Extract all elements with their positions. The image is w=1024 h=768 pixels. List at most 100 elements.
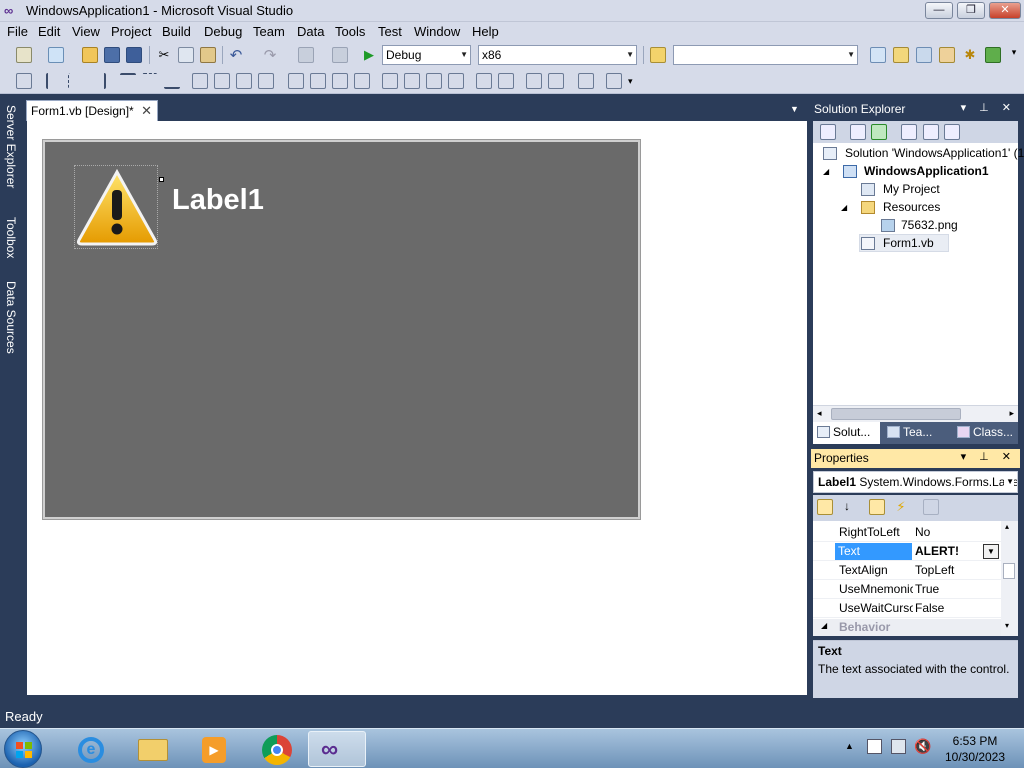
make-same-height-icon[interactable] [214,73,230,89]
property-value-input[interactable]: ALERT! [915,544,959,558]
show-hidden-icons-icon[interactable]: ▲ [845,741,854,751]
view-code-icon[interactable] [901,124,917,140]
menu-edit[interactable]: Edit [38,24,60,39]
start-page-icon[interactable] [985,47,1001,63]
align-centers-icon[interactable] [68,73,84,89]
redo-icon[interactable]: ↷ [262,46,278,64]
resize-handle[interactable] [159,177,164,182]
vertical-scrollbar[interactable]: ▴ ▾ [1001,521,1018,636]
align-rights-icon[interactable] [90,73,106,89]
property-row-selected[interactable]: Text ALERT! ▼ [813,542,1001,561]
label1-control[interactable]: Label1 [172,184,264,217]
align-to-grid-icon[interactable] [16,73,32,89]
panel-window-controls[interactable]: ▾ ⊥ ✕ [961,450,1016,463]
align-tops-icon[interactable] [120,73,136,89]
copy-icon[interactable] [178,47,194,63]
scroll-left-icon[interactable]: ◂ [817,408,822,419]
panel-window-controls[interactable]: ▾ ⊥ ✕ [961,101,1016,114]
lock-controls-icon[interactable] [606,73,622,89]
align-bottoms-icon[interactable] [164,73,180,89]
chrome-taskbar-button[interactable] [248,731,304,767]
toolbar-options-icon[interactable]: ▾ [628,76,644,92]
center-vertically-icon[interactable] [498,73,514,89]
toolbar-options-icon[interactable]: ▾ [1006,47,1022,63]
media-player-taskbar-button[interactable]: ▶ [186,731,242,767]
expander-icon[interactable]: ◢ [841,203,847,212]
file-explorer-taskbar-button[interactable] [124,731,180,767]
property-row[interactable]: RightToLeft No [813,523,1001,542]
property-row[interactable]: UseMnemonic True [813,580,1001,599]
tab-order-icon[interactable] [578,73,594,89]
scrollbar-thumb[interactable] [1003,563,1015,579]
property-row[interactable]: TextAlign TopLeft [813,561,1001,580]
menu-data[interactable]: Data [297,24,324,39]
scroll-down-icon[interactable]: ▾ [1005,621,1009,630]
volume-muted-icon[interactable]: 🔇 [914,738,931,755]
toolbox-tab[interactable]: Toolbox [2,217,18,258]
close-button[interactable]: ✕ [989,2,1021,19]
undo-icon[interactable]: ↶ [228,46,244,64]
tab-team-explorer[interactable]: Tea... [883,422,949,444]
open-file-icon[interactable] [82,47,98,63]
object-browser-icon[interactable] [916,47,932,63]
find-in-files-icon[interactable] [650,47,666,63]
menu-view[interactable]: View [72,24,100,39]
categorized-icon[interactable] [817,499,833,515]
start-debugging-icon[interactable]: ▶ [361,47,377,63]
solution-platform-combo[interactable]: x86 ▼ [478,45,637,65]
scrollbar-thumb[interactable] [831,408,961,420]
active-files-dropdown-icon[interactable]: ▼ [790,104,799,114]
center-horizontally-icon[interactable] [476,73,492,89]
size-to-grid-icon[interactable] [258,73,274,89]
make-same-width-icon[interactable] [192,73,208,89]
paste-icon[interactable] [200,47,216,63]
properties-tab-icon[interactable] [869,499,885,515]
horizontal-spacing-decrease-icon[interactable] [332,73,348,89]
tab-class-view[interactable]: Class... [953,422,1018,444]
solution-explorer-icon[interactable] [870,47,886,63]
menu-tools[interactable]: Tools [335,24,365,39]
server-explorer-tab[interactable]: Server Explorer [2,105,18,188]
show-all-files-icon[interactable] [850,124,866,140]
properties-icon[interactable] [820,124,836,140]
tools-icon[interactable]: ✱ [962,47,978,63]
add-item-icon[interactable] [48,47,64,63]
horizontal-spacing-remove-icon[interactable] [354,73,370,89]
class-diagram-icon[interactable] [944,124,960,140]
vertical-spacing-equal-icon[interactable] [382,73,398,89]
category-row[interactable]: ◢ Behavior [813,619,1001,636]
save-all-icon[interactable] [126,47,142,63]
property-pages-icon[interactable] [923,499,939,515]
internet-explorer-taskbar-button[interactable]: e [62,731,118,767]
scroll-up-icon[interactable]: ▴ [1005,522,1009,531]
save-icon[interactable] [104,47,120,63]
minimize-button[interactable]: — [925,2,953,19]
view-designer-icon[interactable] [923,124,939,140]
start-button[interactable] [4,730,42,768]
horizontal-scrollbar[interactable]: ◂ ▸ [813,405,1018,422]
navigate-forward-icon[interactable] [332,47,348,63]
object-selector[interactable]: Label1 System.Windows.Forms.Label ▼ [813,471,1018,493]
events-icon[interactable]: ⚡ [893,499,909,515]
tab-solution-explorer[interactable]: Solut... [813,422,880,444]
align-lefts-icon[interactable] [46,73,62,89]
expander-icon[interactable]: ◢ [823,167,829,176]
menu-test[interactable]: Test [378,24,402,39]
tab-form1-design[interactable]: Form1.vb [Design]* ✕ [26,100,158,121]
data-sources-tab[interactable]: Data Sources [2,281,18,354]
bring-to-front-icon[interactable] [526,73,542,89]
vertical-spacing-increase-icon[interactable] [404,73,420,89]
menu-build[interactable]: Build [162,24,191,39]
action-center-icon[interactable] [867,739,882,754]
vertical-spacing-remove-icon[interactable] [448,73,464,89]
menu-help[interactable]: Help [472,24,499,39]
send-to-back-icon[interactable] [548,73,564,89]
menu-project[interactable]: Project [111,24,151,39]
maximize-button[interactable]: ❐ [957,2,985,19]
network-icon[interactable] [891,739,906,754]
collapse-icon[interactable]: ◢ [821,621,827,630]
property-row[interactable]: UseWaitCursor False [813,599,1001,618]
horizontal-spacing-increase-icon[interactable] [310,73,326,89]
scroll-right-icon[interactable]: ▸ [1009,408,1014,419]
make-same-size-icon[interactable] [236,73,252,89]
